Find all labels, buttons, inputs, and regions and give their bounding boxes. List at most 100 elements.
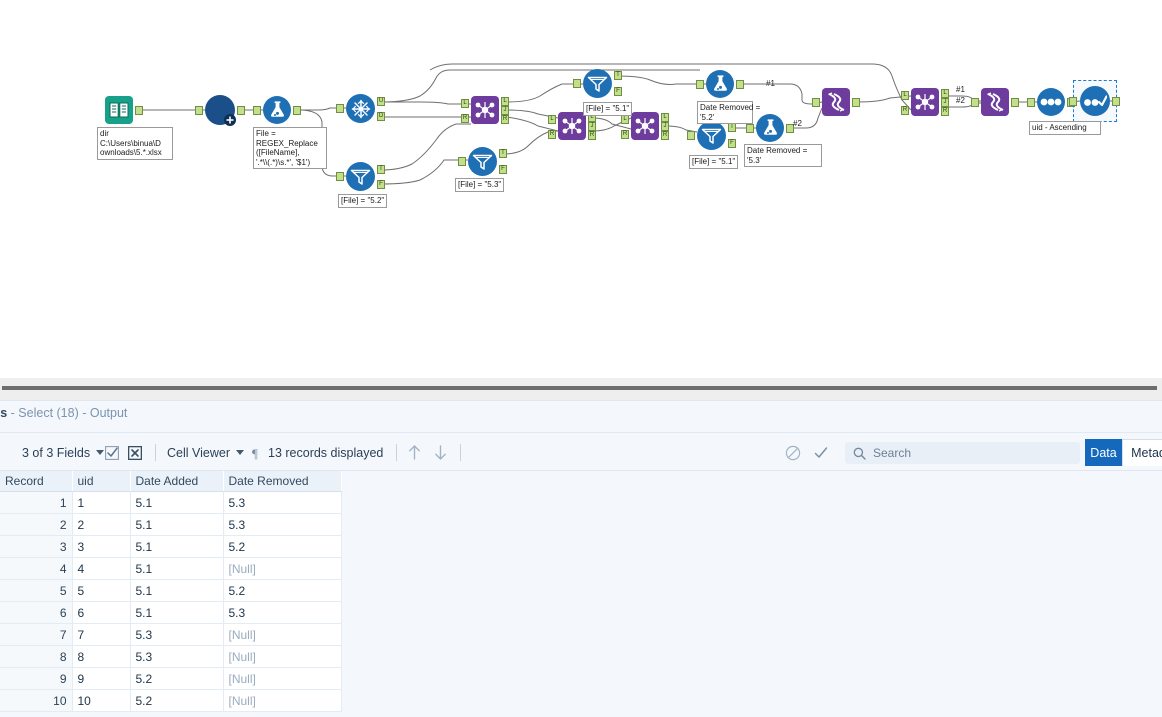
table-cell[interactable]: [Null]	[223, 667, 342, 690]
table-cell[interactable]: 9	[0, 667, 73, 690]
tool-formula-date-removed-52[interactable]	[696, 70, 744, 98]
input-port[interactable]	[1027, 98, 1035, 107]
input-port[interactable]	[458, 157, 466, 166]
table-cell[interactable]: 5.2	[130, 689, 224, 712]
input-port[interactable]	[336, 104, 344, 113]
table-cell[interactable]: 5.1	[130, 579, 224, 602]
apply-filter-button[interactable]	[813, 433, 829, 472]
output-port-duplicate[interactable]: D	[377, 112, 385, 121]
output-port[interactable]	[1011, 98, 1019, 107]
table-cell[interactable]: 10	[0, 689, 73, 712]
column-header-date-added[interactable]: Date Added	[130, 471, 224, 492]
tool-filter-52[interactable]: T F	[336, 162, 385, 191]
output-port[interactable]	[736, 80, 744, 89]
output-port-j[interactable]: J	[501, 106, 509, 115]
table-cell[interactable]: 5.2	[223, 535, 342, 558]
output-port-j[interactable]: J	[661, 122, 669, 131]
output-port[interactable]	[852, 98, 860, 107]
table-cell[interactable]: 6	[0, 601, 73, 624]
table-cell[interactable]: 5.1	[130, 557, 224, 580]
table-row[interactable]: 5 5 5.1 5.2	[0, 579, 342, 602]
output-port-l[interactable]: L	[941, 89, 949, 98]
output-port-j[interactable]: J	[588, 122, 596, 131]
select-all-fields-button[interactable]	[105, 433, 119, 472]
output-port-true[interactable]: T	[377, 165, 385, 174]
table-cell[interactable]: 5	[0, 579, 73, 602]
tab-metadata[interactable]: Metada	[1122, 439, 1162, 466]
table-cell[interactable]: [Null]	[223, 689, 342, 712]
input-port[interactable]	[971, 98, 979, 107]
table-row[interactable]: 8 8 5.3 [Null]	[0, 645, 342, 668]
tab-data[interactable]: Data	[1085, 439, 1122, 466]
output-port-true[interactable]: T	[728, 123, 736, 132]
table-cell[interactable]: 3	[72, 535, 131, 558]
table-cell[interactable]: 2	[0, 513, 73, 536]
tool-formula-file[interactable]	[253, 96, 301, 124]
input-port-right[interactable]: R	[548, 130, 556, 139]
tool-union-1[interactable]	[812, 88, 860, 116]
column-header-date-removed[interactable]: Date Removed	[223, 471, 342, 492]
table-cell[interactable]: 5.2	[130, 667, 224, 690]
table-row[interactable]: 6 6 5.1 5.3	[0, 601, 342, 624]
tool-join-1[interactable]: L R L J R	[461, 96, 509, 124]
table-cell[interactable]: 3	[0, 535, 73, 558]
table-cell[interactable]: 6	[72, 601, 131, 624]
tool-unique[interactable]: U D	[336, 94, 385, 123]
table-row[interactable]: 10 10 5.2 [Null]	[0, 689, 342, 712]
table-cell[interactable]: 5.3	[223, 513, 342, 536]
input-port-left[interactable]: L	[548, 115, 556, 124]
input-port[interactable]	[336, 172, 344, 181]
tool-join-2[interactable]: L R L J R	[548, 112, 596, 140]
fields-dropdown[interactable]: 3 of 3 Fields	[22, 433, 105, 472]
table-cell[interactable]: 1	[72, 491, 131, 514]
table-cell[interactable]: 5	[72, 579, 131, 602]
output-port[interactable]	[135, 106, 143, 115]
input-port[interactable]	[253, 106, 261, 115]
panel-splitter[interactable]	[0, 378, 1162, 400]
input-port[interactable]	[812, 98, 820, 107]
splitter-handle[interactable]	[2, 386, 1157, 390]
table-cell[interactable]: 5.1	[130, 601, 224, 624]
column-header-record[interactable]: Record	[0, 471, 73, 492]
table-cell[interactable]: 5.1	[130, 535, 224, 558]
table-row[interactable]: 4 4 5.1 [Null]	[0, 557, 342, 580]
table-row[interactable]: 2 2 5.1 5.3	[0, 513, 342, 536]
show-whitespace-button[interactable]: ¶	[252, 433, 262, 472]
scroll-up-button[interactable]	[407, 433, 422, 472]
table-cell[interactable]: 4	[0, 557, 73, 580]
table-row[interactable]: 1 1 5.1 5.3	[0, 491, 342, 514]
table-cell[interactable]: 8	[72, 645, 131, 668]
table-cell[interactable]: [Null]	[223, 623, 342, 646]
output-port[interactable]	[237, 106, 245, 115]
table-cell[interactable]: 2	[72, 513, 131, 536]
tool-join-3[interactable]: L R L J R	[621, 112, 669, 140]
input-port[interactable]	[1069, 97, 1077, 106]
table-cell[interactable]: 7	[72, 623, 131, 646]
table-cell[interactable]: 5.2	[223, 579, 342, 602]
input-port-left[interactable]: L	[621, 115, 629, 124]
output-port-true[interactable]: T	[614, 71, 622, 80]
search-input[interactable]: Search	[845, 442, 1080, 464]
table-cell[interactable]: 5.3	[130, 623, 224, 646]
table-row[interactable]: 9 9 5.2 [Null]	[0, 667, 342, 690]
output-port-true[interactable]: T	[499, 149, 507, 158]
no-entry-button[interactable]	[785, 433, 801, 472]
output-port-r[interactable]: R	[941, 107, 949, 116]
table-cell[interactable]: 9	[72, 667, 131, 690]
output-port[interactable]	[1112, 97, 1120, 106]
table-cell[interactable]: 5.1	[130, 491, 224, 514]
output-port-r[interactable]: R	[588, 131, 596, 140]
output-port-false[interactable]: F	[377, 180, 385, 189]
output-port[interactable]	[293, 106, 301, 115]
results-grid[interactable]: Record uid Date Added Date Removed 1 1 5.1…	[0, 471, 1162, 717]
tool-formula-date-removed-53[interactable]	[746, 114, 794, 142]
output-port-false[interactable]: F	[728, 139, 736, 148]
table-row[interactable]: 7 7 5.3 [Null]	[0, 623, 342, 646]
table-cell[interactable]: 5.3	[223, 601, 342, 624]
table-cell[interactable]: 5.1	[130, 513, 224, 536]
deselect-all-fields-button[interactable]	[128, 433, 142, 472]
table-cell[interactable]: 10	[72, 689, 131, 712]
output-port-r[interactable]: R	[501, 115, 509, 124]
tool-sort[interactable]	[1027, 88, 1075, 116]
output-port-unique[interactable]: U	[377, 97, 385, 106]
